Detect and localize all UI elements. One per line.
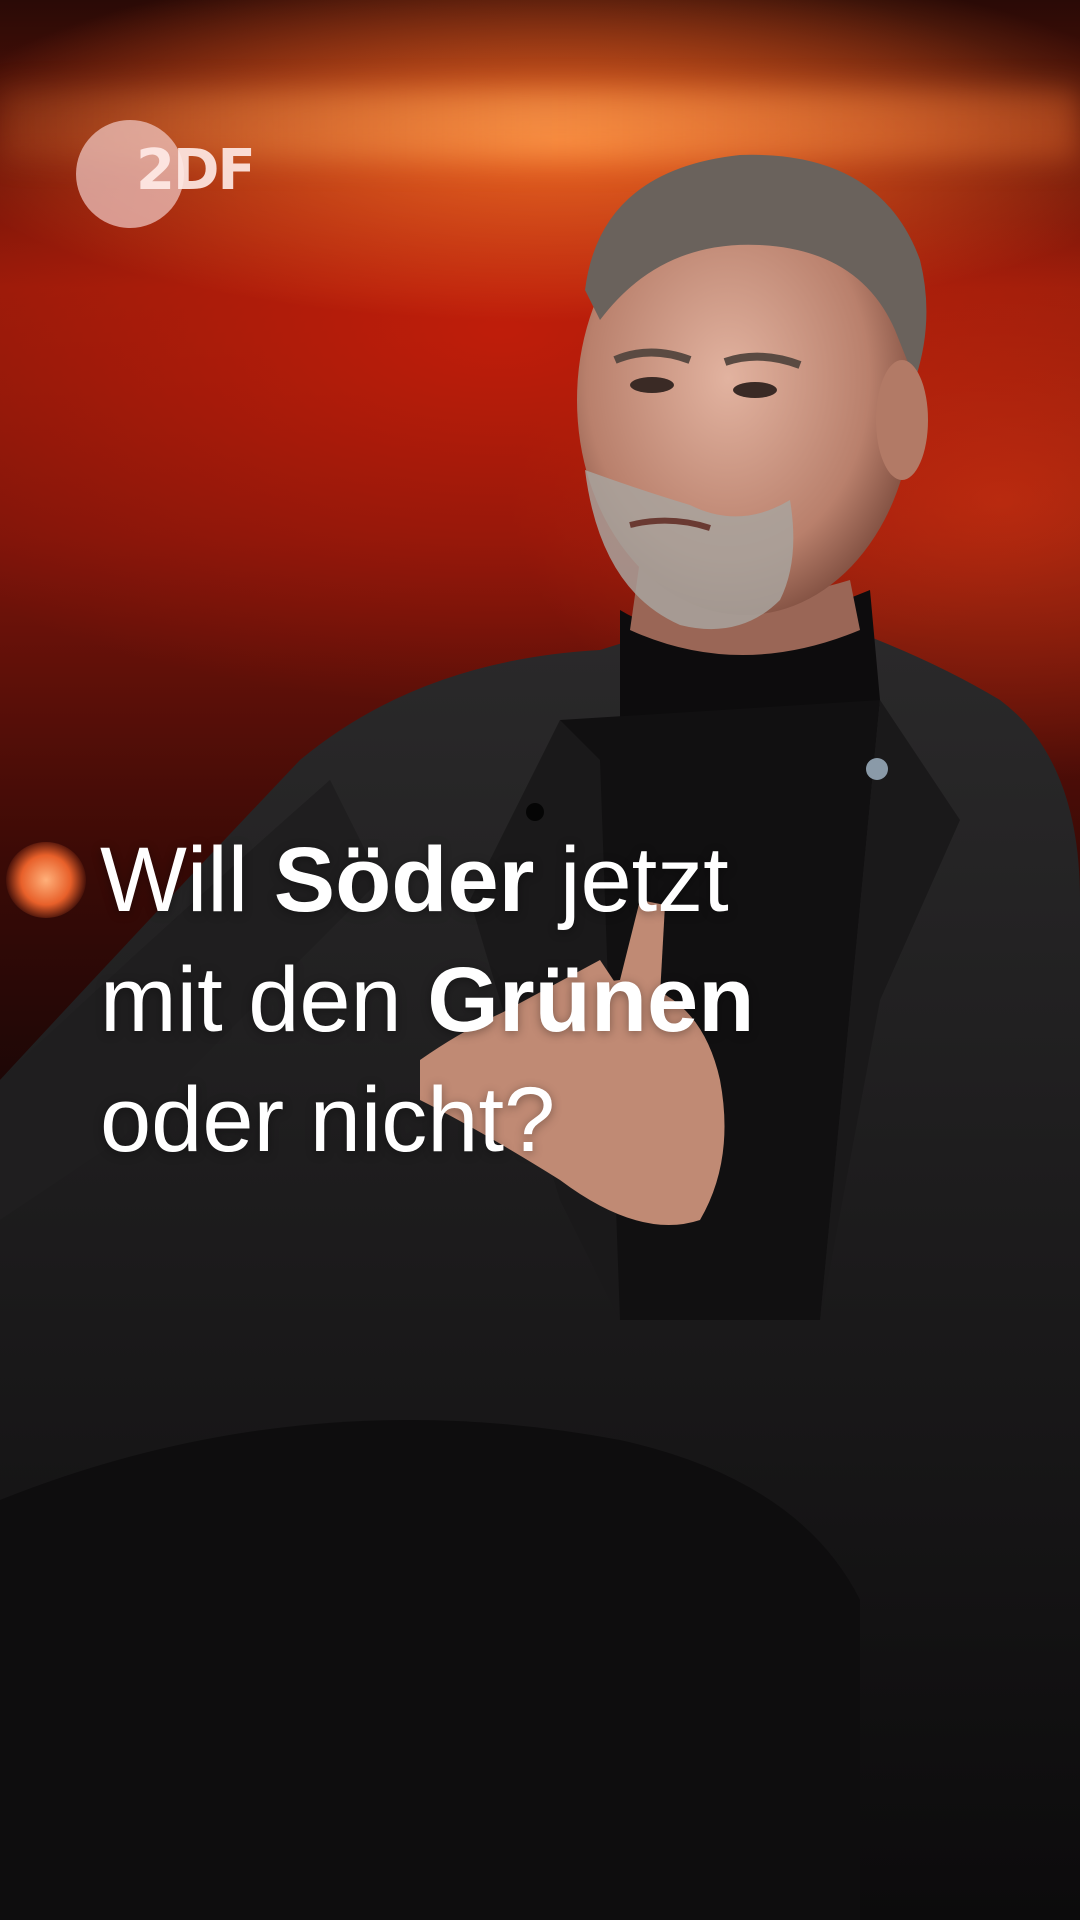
- headline-text: Will: [100, 829, 274, 931]
- headline-text: jetzt: [534, 829, 729, 931]
- headline-line-3: oder nicht?: [100, 1060, 1000, 1180]
- video-frame[interactable]: 2DF Will Söder jetzt mit den Grünen oder…: [0, 0, 1080, 1920]
- headline-line-2: mit den Grünen: [100, 940, 1000, 1060]
- zdf-logo[interactable]: 2DF: [76, 120, 266, 232]
- headline-text: oder nicht?: [100, 1069, 556, 1171]
- headline: Will Söder jetzt mit den Grünen oder nic…: [100, 820, 1000, 1180]
- headline-text: mit den: [100, 949, 428, 1051]
- headline-line-1: Will Söder jetzt: [100, 820, 1000, 940]
- headline-party: Grünen: [427, 949, 755, 1051]
- zdf-logo-text: 2DF: [136, 138, 256, 203]
- headline-name: Söder: [273, 829, 535, 931]
